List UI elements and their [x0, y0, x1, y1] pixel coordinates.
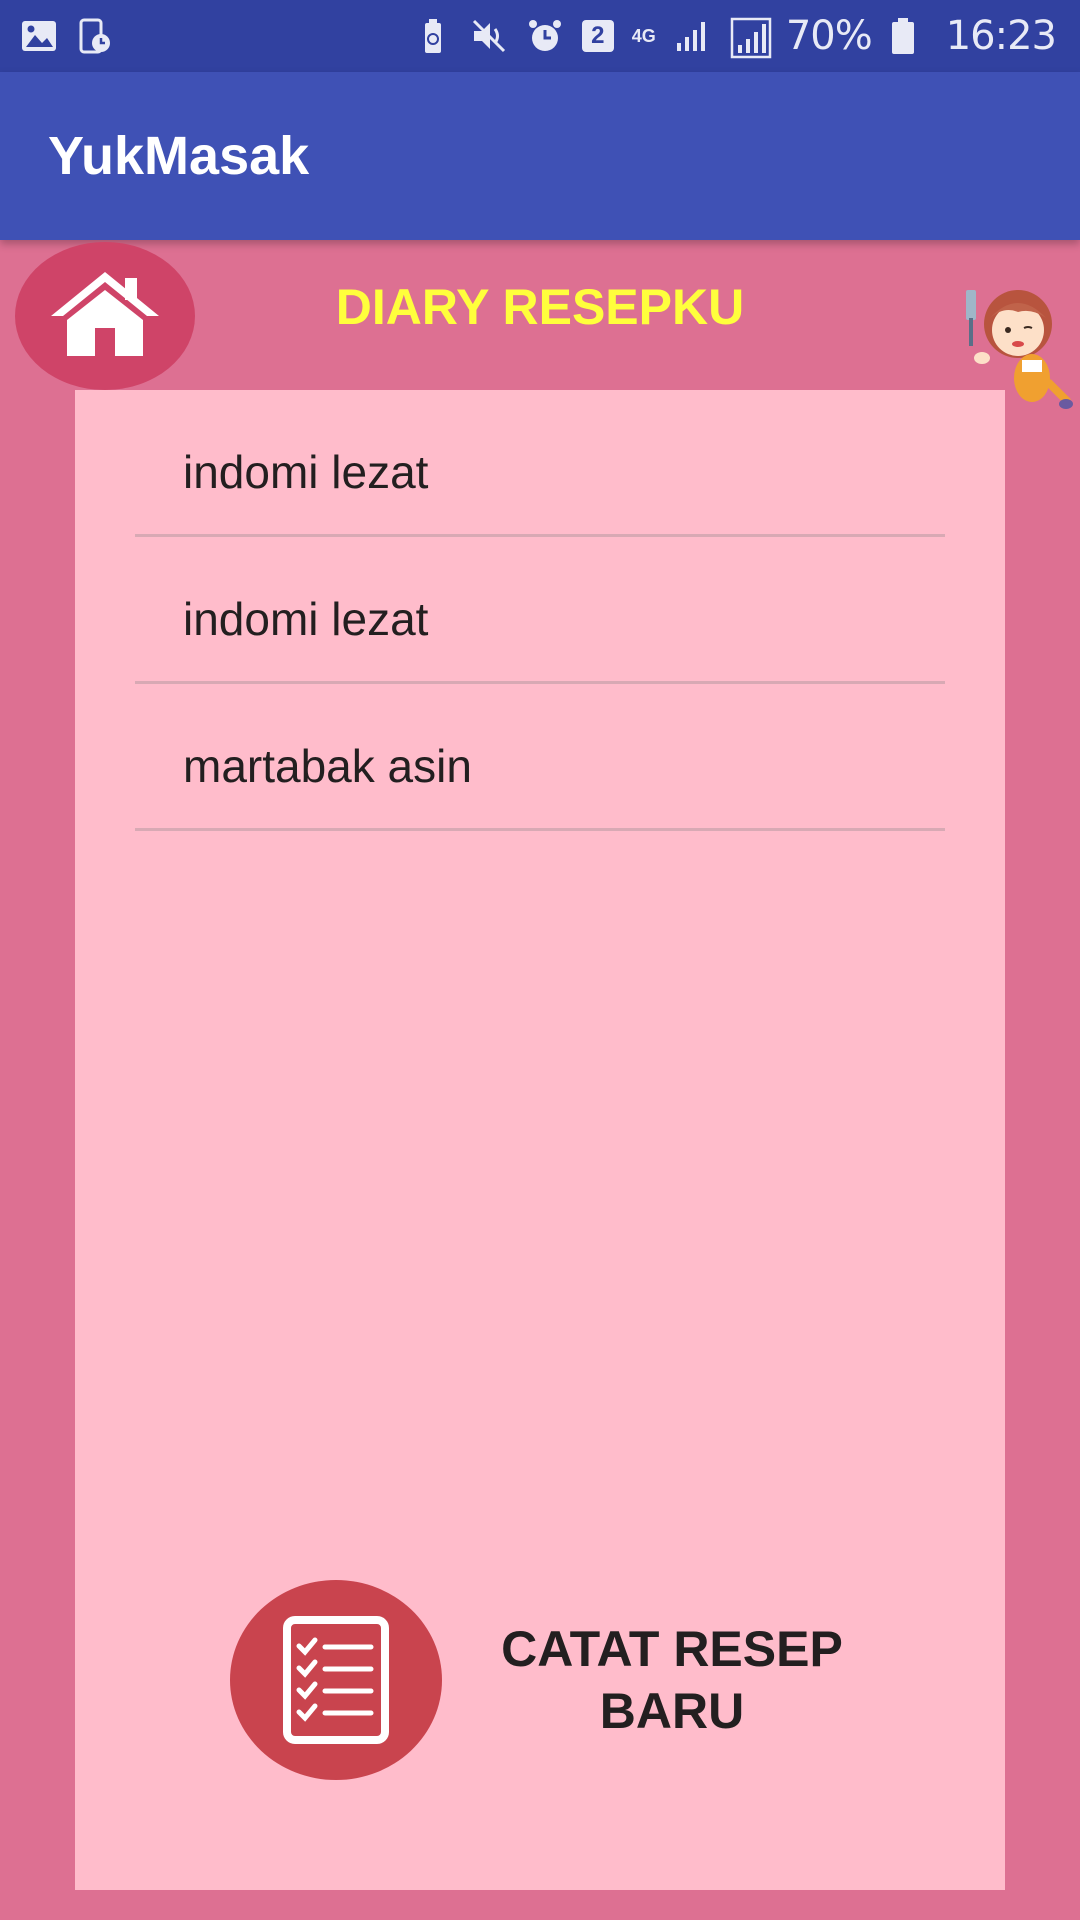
signal-box-icon [730, 17, 772, 59]
recipe-card: indomi lezat indomi lezat martabak asin … [75, 390, 1005, 1890]
signal-icon [674, 17, 712, 55]
network-type: 4G [631, 26, 656, 46]
gallery-icon [20, 17, 58, 55]
alarm-icon [526, 17, 564, 55]
battery-saver-icon [414, 17, 452, 55]
clock: 16:23 [945, 13, 1057, 59]
checklist-icon[interactable] [230, 1580, 442, 1780]
status-bar: 2 4G 70% 16:23 [0, 0, 1080, 72]
add-recipe-label: CATAT RESEP BARU [501, 1621, 843, 1739]
screen-time-icon [76, 17, 114, 55]
app-bar: YukMasak [0, 72, 1080, 240]
recipe-item[interactable]: martabak asin [135, 684, 945, 831]
add-recipe-button[interactable]: CATAT RESEP BARU [230, 1580, 930, 1780]
notification-badge: 2 [581, 20, 614, 52]
page-title: DIARY RESEPKU [335, 279, 745, 335]
recipe-item[interactable]: indomi lezat [135, 537, 945, 684]
battery-percent: 70% [785, 13, 873, 59]
app-title: YukMasak [48, 126, 310, 186]
recipe-item[interactable]: indomi lezat [135, 390, 945, 537]
recipe-list: indomi lezat indomi lezat martabak asin [135, 390, 945, 831]
mute-icon [470, 17, 508, 55]
battery-icon [890, 17, 928, 55]
